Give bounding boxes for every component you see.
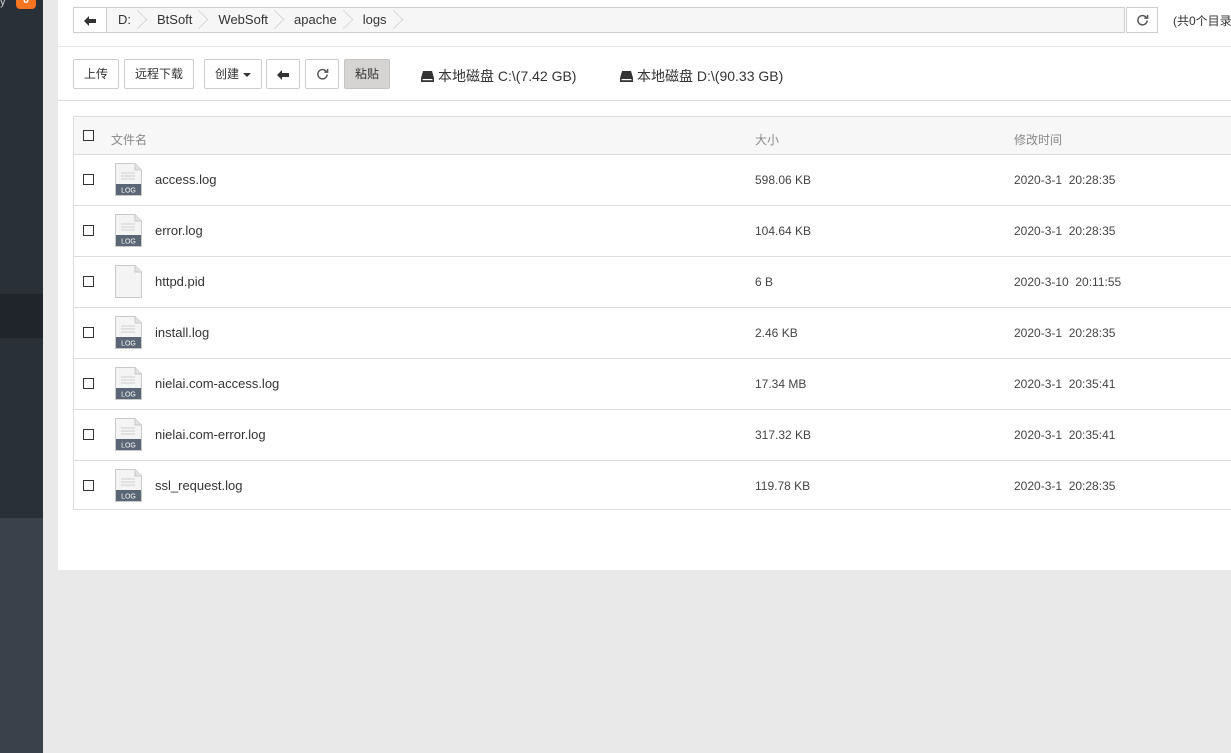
column-header-mtime[interactable]: 修改时间 xyxy=(1014,131,1062,148)
log-file-icon: LOG xyxy=(115,469,142,502)
disk-d-label: 本地磁盘 D:\(90.33 GB) xyxy=(637,68,784,84)
arrow-left-icon xyxy=(277,69,289,80)
log-badge-text: LOG xyxy=(121,239,136,246)
path-bar: D: BtSoft WebSoft apache logs xyxy=(73,7,1125,33)
row-checkbox[interactable] xyxy=(83,276,94,287)
sidebar-nav xyxy=(0,0,43,518)
file-manager-panel: D: BtSoft WebSoft apache logs (共0个目录 上传 远程下载… xyxy=(58,0,1231,570)
file-mtime: 2020-3-1 20:28:35 xyxy=(1014,326,1116,340)
disk-c-link[interactable]: 本地磁盘 C:\(7.42 GB) xyxy=(421,66,576,86)
refresh-icon xyxy=(1136,15,1148,26)
file-name-link[interactable]: nielai.com-error.log xyxy=(155,427,266,442)
breadcrumb-item[interactable]: BtSoft xyxy=(145,8,206,32)
log-file-icon: LOG xyxy=(115,367,142,400)
hard-drive-icon xyxy=(620,71,633,82)
breadcrumb: D: BtSoft WebSoft apache logs xyxy=(106,8,401,32)
path-refresh-button[interactable] xyxy=(1126,7,1158,33)
file-name-link[interactable]: error.log xyxy=(155,223,203,238)
log-file-icon: LOG xyxy=(115,163,142,196)
file-name-link[interactable]: nielai.com-access.log xyxy=(155,376,279,391)
file-size: 119.78 KB xyxy=(755,479,811,493)
notification-badge: 0 xyxy=(16,0,36,9)
file-size: 104.64 KB xyxy=(755,224,812,238)
file-mtime: 2020-3-1 20:28:35 xyxy=(1014,479,1116,493)
breadcrumb-item[interactable]: WebSoft xyxy=(206,8,282,32)
breadcrumb-item[interactable]: logs xyxy=(351,8,401,32)
table-row[interactable]: LOG nielai.com-access.log 17.34 MB 2020-3-1… xyxy=(74,359,1231,410)
file-mtime: 2020-3-1 20:35:41 xyxy=(1014,428,1116,442)
table-row[interactable]: LOG install.log 2.46 KB 2020-3-1 20:28:35 xyxy=(74,308,1231,359)
log-file-icon: LOG xyxy=(115,316,142,349)
disk-d-link[interactable]: 本地磁盘 D:\(90.33 GB) xyxy=(620,66,783,86)
file-mtime: 2020-3-10 20:11:55 xyxy=(1014,275,1122,289)
sidebar-item-active[interactable] xyxy=(0,294,43,338)
sidebar-edge-text: y xyxy=(0,0,6,8)
directory-summary: (共0个目录 xyxy=(1173,14,1231,28)
log-badge-text: LOG xyxy=(121,494,136,501)
row-checkbox[interactable] xyxy=(83,378,94,389)
table-row[interactable]: httpd.pid 6 B 2020-3-10 20:11:55 xyxy=(74,257,1231,308)
create-button-label: 创建 xyxy=(214,67,239,81)
upload-button[interactable]: 上传 xyxy=(73,59,119,89)
file-mtime: 2020-3-1 20:28:35 xyxy=(1014,224,1116,238)
sidebar: y 0 xyxy=(0,0,43,753)
file-size: 317.32 KB xyxy=(755,428,812,442)
remote-download-button[interactable]: 远程下载 xyxy=(124,59,194,89)
log-badge-text: LOG xyxy=(121,188,136,195)
row-checkbox[interactable] xyxy=(83,225,94,236)
log-file-icon: LOG xyxy=(115,418,142,451)
column-header-name[interactable]: 文件名 xyxy=(111,131,147,148)
caret-down-icon xyxy=(243,72,251,77)
log-badge-text: LOG xyxy=(121,392,136,399)
row-checkbox[interactable] xyxy=(83,429,94,440)
sidebar-footer xyxy=(0,518,43,753)
breadcrumb-item[interactable]: D: xyxy=(106,8,145,32)
file-table: 文件名 大小 修改时间 LOG access.log 598.06 KB 2020-3… xyxy=(73,116,1231,510)
table-row[interactable]: LOG access.log 598.06 KB 2020-3-1 20:28:35 xyxy=(74,155,1231,206)
file-mtime: 2020-3-1 20:28:35 xyxy=(1014,173,1116,187)
file-name-link[interactable]: httpd.pid xyxy=(155,274,205,289)
column-header-size[interactable]: 大小 xyxy=(755,131,779,148)
back-button[interactable] xyxy=(266,59,300,89)
log-file-icon: LOG xyxy=(115,214,142,247)
log-badge-text: LOG xyxy=(121,443,136,450)
divider xyxy=(58,100,1231,101)
file-name-link[interactable]: ssl_request.log xyxy=(155,478,242,493)
table-row[interactable]: LOG ssl_request.log 119.78 KB 2020-3-1 20:2… xyxy=(74,461,1231,512)
disk-c-label: 本地磁盘 C:\(7.42 GB) xyxy=(438,68,577,84)
paste-button[interactable]: 粘贴 xyxy=(344,59,390,89)
file-name-link[interactable]: access.log xyxy=(155,172,216,187)
hard-drive-icon xyxy=(421,71,434,82)
refresh-icon xyxy=(316,69,328,80)
file-name-link[interactable]: install.log xyxy=(155,325,209,340)
refresh-button[interactable] xyxy=(305,59,339,89)
divider xyxy=(58,46,1231,47)
file-size: 17.34 MB xyxy=(755,377,807,391)
file-size: 598.06 KB xyxy=(755,173,812,187)
log-badge-text: LOG xyxy=(121,341,136,348)
row-checkbox[interactable] xyxy=(83,174,94,185)
arrow-left-icon xyxy=(84,15,96,26)
breadcrumb-item[interactable]: apache xyxy=(282,8,351,32)
table-row[interactable]: LOG nielai.com-error.log 317.32 KB 2020-3-1… xyxy=(74,410,1231,461)
row-checkbox[interactable] xyxy=(83,480,94,491)
path-back-button[interactable] xyxy=(74,8,107,32)
row-checkbox[interactable] xyxy=(83,327,94,338)
file-size: 2.46 KB xyxy=(755,326,798,340)
file-size: 6 B xyxy=(755,275,774,289)
table-row[interactable]: LOG error.log 104.64 KB 2020-3-1 20:28:35 xyxy=(74,206,1231,257)
file-mtime: 2020-3-1 20:35:41 xyxy=(1014,377,1116,391)
blank-file-icon xyxy=(115,265,142,298)
table-header: 文件名 大小 修改时间 xyxy=(74,117,1231,155)
select-all-checkbox[interactable] xyxy=(83,130,94,141)
create-button[interactable]: 创建 xyxy=(204,59,262,89)
